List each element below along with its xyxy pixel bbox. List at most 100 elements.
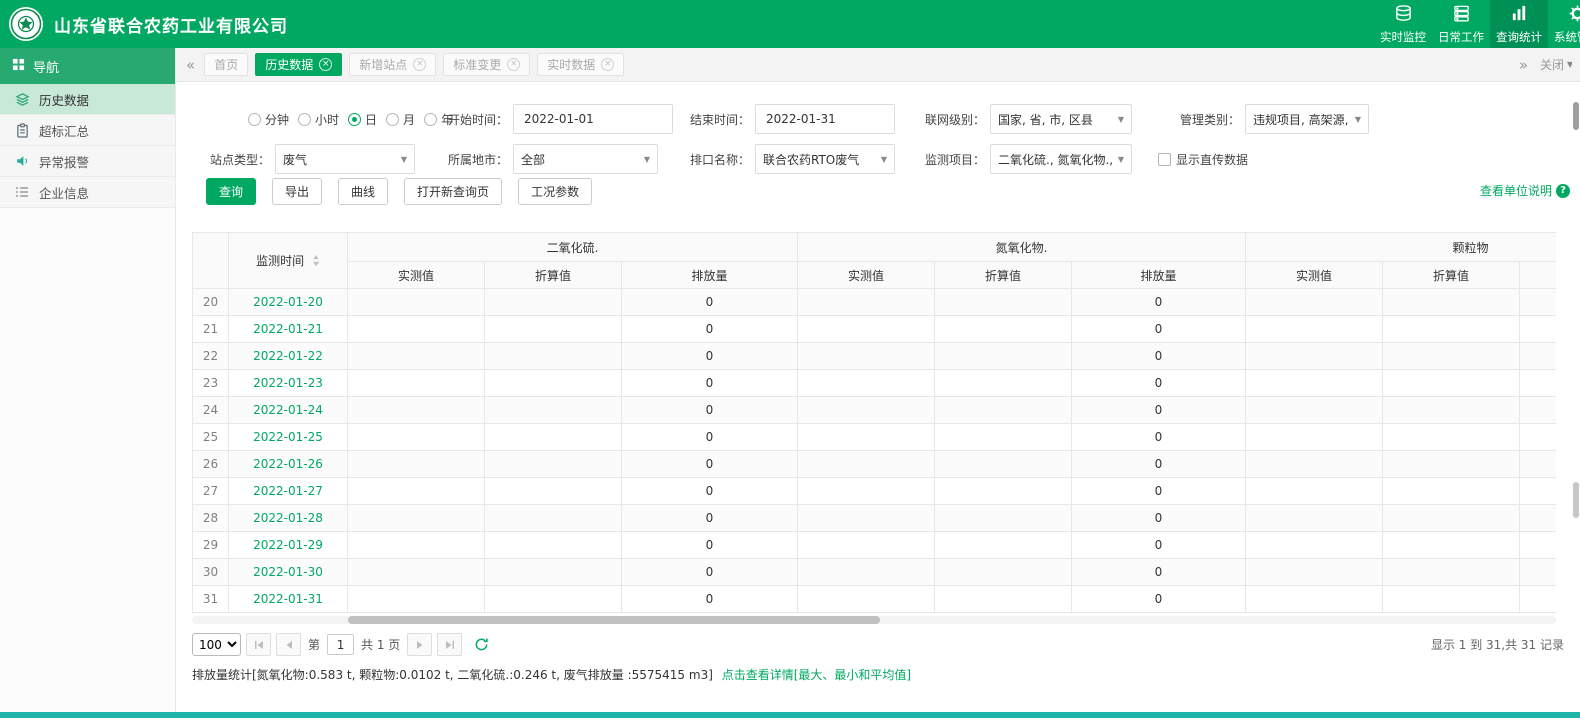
prev-page-button[interactable] [276,633,301,656]
topnav-item-daily-work[interactable]: 日常工作 [1432,0,1490,48]
direct-data-checkbox[interactable]: 显示直传数据 [1158,151,1248,168]
table-row: 23 2022-01-23 0 0 [192,369,1556,397]
nox-emission-cell: 0 [1071,504,1246,532]
pm-emission-cell [1518,504,1556,532]
city-select[interactable]: 全部 ▼ [513,144,659,174]
vertical-scrollbar-thumb[interactable] [1573,482,1579,518]
chevron-down-icon: ▼ [400,154,408,164]
tab-history-data[interactable]: 历史数据 × [255,53,343,76]
period-radio-day[interactable]: 日 [348,111,377,128]
export-button[interactable]: 导出 [272,178,323,205]
next-page-button[interactable] [407,633,433,656]
monitor-date-link[interactable]: 2022-01-22 [228,342,348,370]
open-new-query-button[interactable]: 打开新查询页 [404,178,503,205]
network-level-select[interactable]: 国家, 省, 市, 区县 ▼ [990,104,1133,134]
time-column-header[interactable]: 监测时间 [228,232,348,289]
management-type-select[interactable]: 违规项目, 高架源, 重点排 ▼ [1245,104,1370,134]
unit-help-link[interactable]: 查看单位说明 ? [1480,182,1570,199]
nox-emission-cell: 0 [1071,315,1246,343]
nox-emission-cell: 0 [1071,288,1246,316]
so2-measured-cell [347,531,485,559]
site-type-field: 站点类型： 废气 ▼ [210,144,416,174]
stats-detail-link[interactable]: 点击查看详情[最大、最小和平均值] [722,668,911,682]
sidebar-item-history-data[interactable]: 历史数据 [0,84,175,115]
tab-standard-change[interactable]: 标准变更 × [443,53,531,76]
monitor-date-link[interactable]: 2022-01-30 [228,558,348,586]
monitor-date-link[interactable]: 2022-01-28 [228,504,348,532]
chevron-down-icon: ▼ [1567,60,1572,69]
help-icon: ? [1556,183,1570,198]
site-type-select[interactable]: 废气 ▼ [275,144,416,174]
sidebar-item-exceedance-summary[interactable]: 超标汇总 [0,115,175,146]
table-row: 22 2022-01-22 0 0 [192,342,1556,370]
monitor-date-link[interactable]: 2022-01-20 [228,288,348,316]
topnav-item-query-stats[interactable]: 查询统计 [1490,0,1548,48]
pm-emission-cell [1518,342,1556,370]
so2-emission-cell: 0 [621,450,798,478]
monitor-date-link[interactable]: 2022-01-29 [228,531,348,559]
monitor-items-select[interactable]: 二氧化硫., 氮氧化物., 颗粒 ▼ [990,144,1133,174]
condition-params-button[interactable]: 工况参数 [518,178,593,205]
so2-converted-cell [484,585,622,613]
vertical-scrollbar-thumb[interactable] [1573,102,1579,130]
action-buttons: 查询 导出 曲线 打开新查询页 工况参数 [206,178,593,205]
tabs-scroll-right-icon[interactable]: » [1517,56,1530,74]
horizontal-scrollbar-thumb[interactable] [348,616,880,624]
tab-realtime-data[interactable]: 实时数据 × [537,53,625,76]
so2-converted-cell [484,369,622,397]
so2-emission-cell: 0 [621,504,798,532]
monitor-date-link[interactable]: 2022-01-27 [228,477,348,505]
tabs-scroll-left-icon[interactable]: « [184,56,197,74]
nox-measured-cell [797,477,935,505]
pm-emission-cell [1518,531,1556,559]
page-size-select[interactable]: 100 [192,633,241,656]
tabbar-right-controls: » 关闭 ▼ [1517,56,1572,74]
sidebar-item-enterprise-info[interactable]: 企业信息 [0,177,175,208]
start-time-input[interactable] [513,104,674,134]
sort-icon[interactable] [312,255,320,266]
close-tab-icon[interactable]: × [413,58,427,71]
close-tab-icon[interactable]: × [601,58,615,71]
data-table: 监测时间 二氧化硫. 氮氧化物. 颗粒物 实测值 折算值 排放量 实测值 折算值… [192,232,1556,613]
close-tab-icon[interactable]: × [507,58,521,71]
pm-measured-cell [1245,396,1383,424]
subheader-so2-converted: 折算值 [484,261,622,289]
first-page-button[interactable] [246,633,271,656]
period-radio-hour[interactable]: 小时 [298,111,339,128]
group-header-pm: 颗粒物 [1244,232,1556,262]
horizontal-scrollbar[interactable] [192,616,1556,624]
period-radio-minute[interactable]: 分钟 [248,111,289,128]
nox-converted-cell [934,342,1072,370]
monitor-date-link[interactable]: 2022-01-21 [228,315,348,343]
curve-button[interactable]: 曲线 [338,178,389,205]
monitor-date-link[interactable]: 2022-01-31 [228,585,348,613]
nox-converted-cell [934,558,1072,586]
page-number-input[interactable] [327,634,355,655]
close-tab-icon[interactable]: × [319,58,333,71]
refresh-button[interactable] [469,633,494,656]
topnav-item-realtime-monitor[interactable]: 实时监控 [1374,0,1432,48]
so2-emission-cell: 0 [621,369,798,397]
chevron-down-icon: ▼ [1354,114,1362,124]
info-list-icon [14,186,30,198]
period-radio-month[interactable]: 月 [386,111,415,128]
monitor-date-link[interactable]: 2022-01-26 [228,450,348,478]
end-time-input[interactable] [755,104,896,134]
monitor-date-link[interactable]: 2022-01-25 [228,423,348,451]
tab-home[interactable]: 首页 [204,53,249,76]
nox-converted-cell [934,531,1072,559]
sidebar-item-abnormal-alarm[interactable]: 异常报警 [0,146,175,177]
outlet-name-select[interactable]: 联合农药RTO废气 ▼ [755,144,896,174]
tab-new-site[interactable]: 新增站点 × [349,53,437,76]
monitor-date-link[interactable]: 2022-01-24 [228,396,348,424]
radio-icon [348,112,362,126]
close-tabs-menu[interactable]: 关闭 ▼ [1540,56,1572,73]
pm-measured-cell [1245,423,1383,451]
filter-panel: 分钟 小时 日 月 年 开始时间： 结束时间： [176,82,1580,232]
row-number: 27 [192,477,229,505]
topnav-item-system-admin[interactable]: 系统管理 [1548,0,1580,48]
last-page-button[interactable] [437,633,463,656]
row-number: 22 [192,342,229,370]
monitor-date-link[interactable]: 2022-01-23 [228,369,348,397]
query-button[interactable]: 查询 [206,178,257,205]
